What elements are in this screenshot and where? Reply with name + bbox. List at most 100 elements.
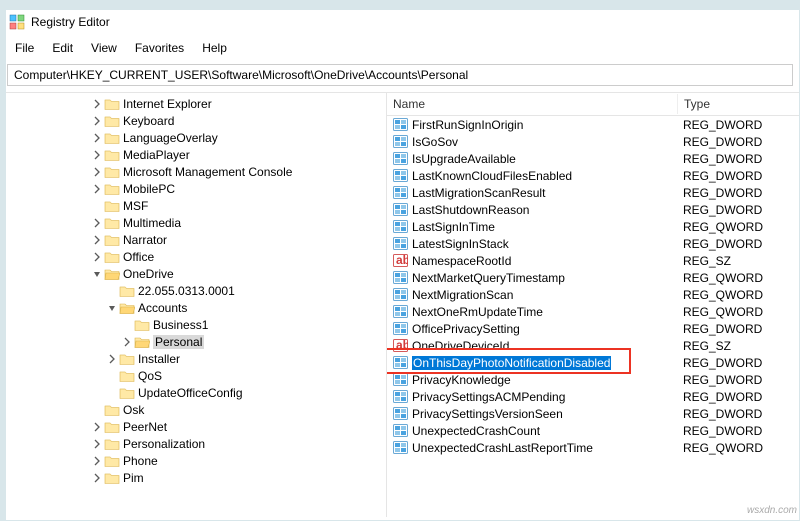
column-type[interactable]: Type <box>677 94 799 114</box>
chevron-right-icon[interactable] <box>91 149 103 161</box>
value-name: UnexpectedCrashCount <box>412 424 540 438</box>
list-row[interactable]: UnexpectedCrashLastReportTimeREG_QWORD <box>387 439 799 456</box>
value-name: NextMarketQueryTimestamp <box>412 271 565 285</box>
value-name: OnThisDayPhotoNotificationDisabled <box>412 356 611 370</box>
list-row[interactable]: PrivacySettingsACMPendingREG_DWORD <box>387 388 799 405</box>
tree-item[interactable]: Phone <box>1 452 386 469</box>
folder-icon <box>119 284 135 298</box>
titlebar[interactable]: Registry Editor <box>1 1 799 36</box>
chevron-right-icon[interactable] <box>91 115 103 127</box>
reg-numeric-icon <box>393 440 408 455</box>
value-type: REG_DWORD <box>677 237 799 251</box>
tree-item[interactable]: Keyboard <box>1 112 386 129</box>
list-row[interactable]: LastShutdownReason REG_DWORD <box>387 201 799 218</box>
tree-item[interactable]: Osk <box>1 401 386 418</box>
list-row[interactable]: LastMigrationScanResultREG_DWORD <box>387 184 799 201</box>
menu-file[interactable]: File <box>7 38 42 58</box>
column-name[interactable]: Name <box>387 94 677 114</box>
tree-item[interactable]: Pim <box>1 469 386 486</box>
path-input[interactable] <box>7 64 793 86</box>
menu-view[interactable]: View <box>83 38 125 58</box>
value-name: LastShutdownReason <box>412 203 529 217</box>
chevron-right-icon[interactable] <box>91 132 103 144</box>
folder-open-icon <box>119 301 135 315</box>
window-title: Registry Editor <box>31 15 110 29</box>
list-row[interactable]: OnThisDayPhotoNotificationDisabledREG_DW… <box>387 354 799 371</box>
tree-item[interactable]: MobilePC <box>1 180 386 197</box>
menu-favorites[interactable]: Favorites <box>127 38 192 58</box>
reg-numeric-icon <box>393 185 408 200</box>
tree-item[interactable]: Microsoft Management Console <box>1 163 386 180</box>
list-row[interactable]: LastSignInTimeREG_QWORD <box>387 218 799 235</box>
list-row[interactable]: LastKnownCloudFilesEnabledREG_DWORD <box>387 167 799 184</box>
tree-item[interactable]: Business1 <box>1 316 386 333</box>
chevron-right-icon[interactable] <box>121 336 133 348</box>
list-row[interactable]: NextMarketQueryTimestampREG_QWORD <box>387 269 799 286</box>
list-row[interactable]: NextOneRmUpdateTimeREG_QWORD <box>387 303 799 320</box>
reg-numeric-icon <box>393 423 408 438</box>
folder-icon <box>104 471 120 485</box>
tree-item-label: OneDrive <box>123 267 174 281</box>
list-row[interactable]: NamespaceRootIdREG_SZ <box>387 252 799 269</box>
tree-item[interactable]: UpdateOfficeConfig <box>1 384 386 401</box>
value-type: REG_DWORD <box>677 322 799 336</box>
tree-item-label: MSF <box>123 199 148 213</box>
value-name: NextMigrationScan <box>412 288 513 302</box>
tree-item[interactable]: Office <box>1 248 386 265</box>
list-row[interactable]: IsUpgradeAvailableREG_DWORD <box>387 150 799 167</box>
chevron-right-icon[interactable] <box>91 438 103 450</box>
chevron-right-icon[interactable] <box>91 251 103 263</box>
chevron-right-icon[interactable] <box>91 166 103 178</box>
tree-item[interactable]: OneDrive <box>1 265 386 282</box>
list-row[interactable]: OneDriveDeviceIdREG_SZ <box>387 337 799 354</box>
list-row[interactable]: FirstRunSignInOriginREG_DWORD <box>387 116 799 133</box>
list-row[interactable]: PrivacySettingsVersionSeenREG_DWORD <box>387 405 799 422</box>
chevron-right-icon[interactable] <box>91 183 103 195</box>
menu-help[interactable]: Help <box>194 38 235 58</box>
list-row[interactable]: OfficePrivacySettingREG_DWORD <box>387 320 799 337</box>
tree-item[interactable]: Internet Explorer <box>1 95 386 112</box>
tree-pane[interactable]: Internet ExplorerKeyboardLanguageOverlay… <box>1 93 386 517</box>
tree-item[interactable]: LanguageOverlay <box>1 129 386 146</box>
chevron-down-icon[interactable] <box>106 302 118 314</box>
tree-item[interactable]: Installer <box>1 350 386 367</box>
list-row[interactable]: NextMigrationScanREG_QWORD <box>387 286 799 303</box>
chevron-right-icon[interactable] <box>91 455 103 467</box>
tree-item[interactable]: QoS <box>1 367 386 384</box>
tree-item-label: Accounts <box>138 301 187 315</box>
folder-icon <box>119 369 135 383</box>
menu-edit[interactable]: Edit <box>44 38 81 58</box>
value-type: REG_DWORD <box>677 169 799 183</box>
tree-item[interactable]: 22.055.0313.0001 <box>1 282 386 299</box>
tree-item[interactable]: MediaPlayer <box>1 146 386 163</box>
chevron-right-icon[interactable] <box>91 217 103 229</box>
list-row[interactable]: PrivacyKnowledgeREG_DWORD <box>387 371 799 388</box>
chevron-down-icon[interactable] <box>91 268 103 280</box>
value-name: PrivacyKnowledge <box>412 373 511 387</box>
tree-item-label: Narrator <box>123 233 167 247</box>
list-row[interactable]: LatestSignInStackREG_DWORD <box>387 235 799 252</box>
list-row[interactable]: UnexpectedCrashCountREG_DWORD <box>387 422 799 439</box>
tree-item[interactable]: PeerNet <box>1 418 386 435</box>
chevron-right-icon[interactable] <box>91 421 103 433</box>
tree-item[interactable]: Personal <box>1 333 386 350</box>
menubar: FileEditViewFavoritesHelp <box>1 36 799 60</box>
reg-numeric-icon <box>393 321 408 336</box>
list-row[interactable]: IsGoSovREG_DWORD <box>387 133 799 150</box>
value-type: REG_DWORD <box>677 203 799 217</box>
tree-item[interactable]: Accounts <box>1 299 386 316</box>
tree-item[interactable]: Narrator <box>1 231 386 248</box>
tree-item[interactable]: MSF <box>1 197 386 214</box>
list-pane[interactable]: Name Type FirstRunSignInOriginREG_DWORDI… <box>387 93 799 517</box>
chevron-right-icon[interactable] <box>91 98 103 110</box>
chevron-right-icon[interactable] <box>91 472 103 484</box>
tree-item-label: Business1 <box>153 318 208 332</box>
tree-item[interactable]: Personalization <box>1 435 386 452</box>
tree-item[interactable]: Multimedia <box>1 214 386 231</box>
reg-numeric-icon <box>393 372 408 387</box>
tree-item-label: QoS <box>138 369 162 383</box>
value-name: LastMigrationScanResult <box>412 186 545 200</box>
chevron-right-icon[interactable] <box>106 353 118 365</box>
chevron-right-icon[interactable] <box>91 234 103 246</box>
tree-item-label: MobilePC <box>123 182 175 196</box>
